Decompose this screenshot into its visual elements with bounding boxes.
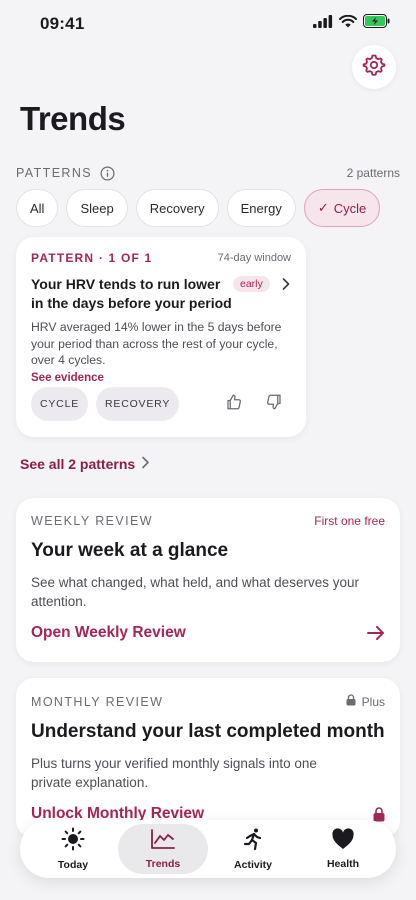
- chip-label: Energy: [240, 200, 282, 216]
- pattern-filter-chips: All Sleep Recovery Energy ✓ Cycle: [16, 189, 381, 227]
- checkmark-icon: ✓: [317, 200, 329, 215]
- chart-icon: [150, 828, 176, 855]
- plus-badge: Plus: [346, 694, 385, 709]
- chip-cycle[interactable]: ✓ Cycle: [303, 189, 381, 227]
- heart-icon: [331, 828, 355, 855]
- pattern-index-label: PATTERN · 1 OF 1: [31, 251, 153, 265]
- weekly-review-title: Your week at a glance: [31, 540, 229, 561]
- tab-label: Health: [326, 858, 360, 870]
- see-evidence-link[interactable]: See evidence: [31, 372, 291, 384]
- chip-label: Sleep: [80, 200, 114, 216]
- pattern-title: Your HRV tends to run lower in the days …: [31, 276, 232, 311]
- settings-button[interactable]: [352, 45, 396, 89]
- status-icons: [313, 14, 390, 33]
- monthly-review-title: Understand your last completed month: [31, 721, 385, 742]
- see-all-label: See all 2 patterns: [20, 456, 136, 472]
- chip-label: Recovery: [149, 200, 205, 216]
- chip-label: All: [30, 200, 45, 216]
- chip-all[interactable]: All: [16, 189, 59, 227]
- pattern-description: HRV averaged 14% lower in the 5 days bef…: [31, 320, 282, 367]
- battery-charging-icon: [363, 14, 390, 33]
- weekly-review-label: WEEKLY REVIEW: [31, 514, 153, 528]
- patterns-count: 2 patterns: [346, 166, 400, 180]
- tab-health[interactable]: Health: [298, 824, 388, 874]
- tab-label: Activity: [234, 859, 272, 871]
- tag-cycle: CYCLE: [31, 387, 89, 421]
- pattern-card[interactable]: PATTERN · 1 OF 1 74-day window Your HRV …: [16, 237, 306, 437]
- monthly-review-card[interactable]: MONTHLY REVIEW Plus Understand your last…: [16, 678, 400, 838]
- open-weekly-review-label: Open Weekly Review: [31, 624, 186, 641]
- monthly-review-label: MONTHLY REVIEW: [31, 694, 164, 709]
- chevron-right-icon[interactable]: [281, 277, 291, 296]
- early-badge: early: [233, 276, 270, 292]
- lock-icon: [346, 694, 356, 709]
- monthly-review-description: Plus turns your verified monthly signals…: [31, 756, 317, 790]
- plus-label: Plus: [361, 694, 385, 709]
- signal-icon: [313, 14, 333, 33]
- thumbs-up-icon[interactable]: [225, 393, 243, 416]
- tag-recovery: RECOVERY: [96, 387, 180, 421]
- chevron-right-icon: [141, 456, 150, 472]
- tab-activity[interactable]: Activity: [208, 824, 298, 874]
- pattern-window: 74-day window: [217, 252, 291, 264]
- chip-energy[interactable]: Energy: [226, 189, 296, 227]
- thumbs-down-icon[interactable]: [265, 393, 283, 416]
- chip-label: Cycle: [333, 200, 367, 216]
- tab-label: Today: [57, 859, 89, 871]
- see-all-patterns-link[interactable]: See all 2 patterns: [20, 456, 150, 472]
- info-icon[interactable]: [100, 166, 115, 181]
- tab-label: Trends: [145, 858, 181, 870]
- open-weekly-review-button[interactable]: Open Weekly Review: [31, 624, 385, 642]
- first-one-free-label: First one free: [314, 514, 385, 528]
- chip-sleep[interactable]: Sleep: [66, 189, 128, 227]
- lock-icon: [373, 806, 385, 822]
- wifi-icon: [339, 14, 357, 33]
- tab-bar: Today Trends Activity Health: [20, 820, 396, 878]
- status-bar: 09:41: [0, 0, 416, 48]
- sun-icon: [61, 827, 85, 856]
- arrow-right-icon: [367, 625, 385, 641]
- weekly-review-card[interactable]: WEEKLY REVIEW First one free Your week a…: [16, 498, 400, 662]
- tab-trends[interactable]: Trends: [118, 824, 208, 874]
- runner-icon: [241, 827, 265, 856]
- weekly-review-description: See what changed, what held, and what de…: [31, 575, 359, 609]
- page-title: Trends: [20, 100, 126, 137]
- chip-recovery[interactable]: Recovery: [135, 189, 219, 227]
- patterns-header: PATTERNS 2 patterns: [16, 164, 400, 182]
- status-time: 09:41: [40, 14, 85, 33]
- patterns-section-label: PATTERNS: [16, 166, 93, 180]
- tab-today[interactable]: Today: [28, 824, 118, 874]
- gear-icon: [362, 53, 386, 82]
